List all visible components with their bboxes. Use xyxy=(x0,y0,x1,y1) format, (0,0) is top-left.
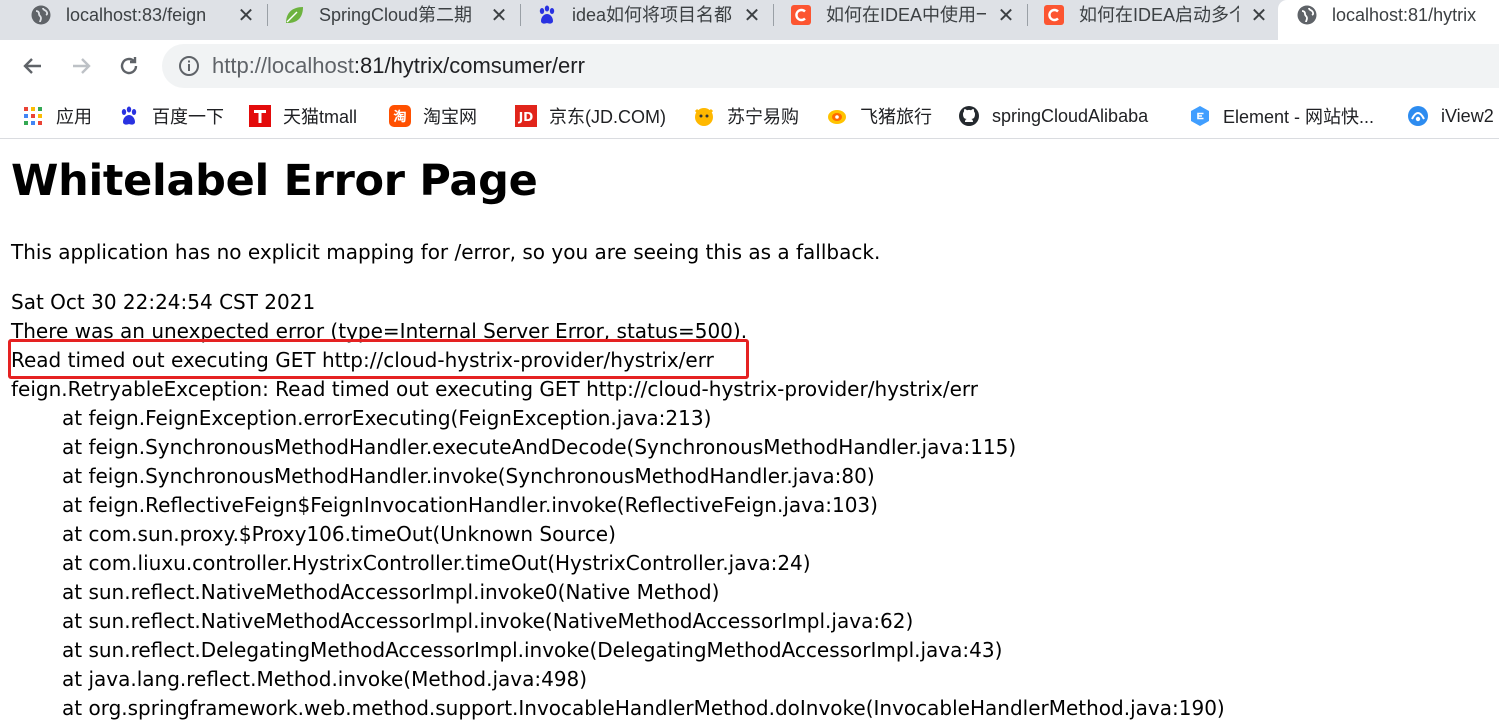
arrow-left-icon xyxy=(23,58,41,74)
taobao-icon: 淘 xyxy=(389,105,411,127)
bookmark-tmall[interactable]: 天猫tmall xyxy=(249,102,357,130)
bookmark-jd[interactable]: JD 京东(JD.COM) xyxy=(515,102,666,130)
bookmark-baidu[interactable]: 百度一下 xyxy=(118,102,224,130)
spring-leaf-icon xyxy=(283,4,305,26)
bookmark-iview[interactable]: iView2 xyxy=(1407,102,1494,130)
element-icon xyxy=(1189,105,1211,127)
stack-trace-line: at java.lang.reflect.Method.invoke(Metho… xyxy=(62,667,588,691)
bookmark-label: 苏宁易购 xyxy=(727,107,799,127)
stack-trace-line: at feign.SynchronousMethodHandler.execut… xyxy=(62,435,1017,459)
bookmarks-bar: 应用 百度一下 天猫tmall 淘 淘宝网 JD 京东(JD.COM) 苏宁易购 xyxy=(0,96,1499,139)
svg-text:淘: 淘 xyxy=(393,109,406,125)
svg-text:JD: JD xyxy=(518,110,533,124)
bookmark-suning[interactable]: 苏宁易购 xyxy=(693,102,799,130)
globe-icon xyxy=(1296,4,1318,26)
exception-line: feign.RetryableException: Read timed out… xyxy=(11,377,978,401)
iview-icon xyxy=(1407,105,1429,127)
stack-trace-line: at feign.ReflectiveFeign$FeignInvocation… xyxy=(62,493,878,517)
error-timestamp: Sat Oct 30 22:24:54 CST 2021 xyxy=(11,290,316,314)
page-content: Whitelabel Error Page This application h… xyxy=(0,140,1499,720)
tab-title: 如何在IDEA中使用一 xyxy=(826,5,986,25)
page-title: Whitelabel Error Page xyxy=(11,156,538,206)
baidu-paw-icon xyxy=(118,105,140,127)
tab-title: idea如何将项目名都 xyxy=(572,5,732,25)
csdn-c-icon xyxy=(1043,4,1065,26)
tab-5[interactable]: 如何在IDEA启动多个 ✕ xyxy=(1013,0,1281,32)
tab-3[interactable]: idea如何将项目名都 ✕ xyxy=(506,0,774,32)
tab-title: 如何在IDEA启动多个 xyxy=(1079,5,1239,25)
error-highlight-box xyxy=(8,339,749,379)
csdn-c-icon xyxy=(790,4,812,26)
apps-grid-icon xyxy=(22,105,44,127)
bookmark-label: Element - 网站快... xyxy=(1223,107,1375,127)
address-bar[interactable]: http://localhost:81/hytrix/comsumer/err xyxy=(162,44,1499,88)
stack-trace-line: at feign.FeignException.errorExecuting(F… xyxy=(62,406,712,430)
stack-trace-line: at com.sun.proxy.$Proxy106.timeOut(Unkno… xyxy=(62,522,616,546)
baidu-paw-icon xyxy=(536,4,558,26)
reload-button[interactable] xyxy=(115,52,143,80)
bookmark-label: 飞猪旅行 xyxy=(860,107,932,127)
bookmark-fliggy[interactable]: 飞猪旅行 xyxy=(826,102,932,130)
back-button[interactable] xyxy=(19,52,47,80)
tab-6-active[interactable]: localhost:81/hytrix xyxy=(1278,0,1499,40)
tab-title: SpringCloud第二期 xyxy=(319,5,473,25)
tab-title: localhost:83/feign xyxy=(66,5,207,25)
bookmark-label: 淘宝网 xyxy=(423,107,477,127)
stack-trace-line: at feign.SynchronousMethodHandler.invoke… xyxy=(62,464,875,488)
bookmark-apps[interactable]: 应用 xyxy=(22,102,92,130)
bookmark-label: 百度一下 xyxy=(152,107,224,127)
bookmark-label: springCloudAlibaba xyxy=(992,105,1149,126)
bookmark-label: 应用 xyxy=(56,107,92,127)
url-host: http://localhost xyxy=(212,53,354,78)
tab-4[interactable]: 如何在IDEA中使用一 ✕ xyxy=(760,0,1028,32)
bookmark-label: 京东(JD.COM) xyxy=(549,107,666,127)
stack-trace-line: at sun.reflect.DelegatingMethodAccessorI… xyxy=(62,638,1003,662)
url-text: http://localhost:81/hytrix/comsumer/err xyxy=(212,53,585,79)
github-icon xyxy=(958,105,980,127)
reload-icon xyxy=(120,57,138,75)
bookmark-label: 天猫tmall xyxy=(283,107,358,127)
suning-icon xyxy=(693,105,715,127)
tab-1[interactable]: localhost:83/feign ✕ xyxy=(0,0,268,32)
globe-icon xyxy=(30,4,52,26)
bookmark-springcloudalibaba[interactable]: springCloudAlibaba xyxy=(958,102,1148,130)
url-path: :81/hytrix/comsumer/err xyxy=(353,53,585,78)
bookmark-element[interactable]: Element - 网站快... xyxy=(1189,102,1374,130)
info-icon[interactable] xyxy=(178,55,200,77)
stack-trace-line: at sun.reflect.NativeMethodAccessorImpl.… xyxy=(62,580,720,604)
close-icon[interactable]: ✕ xyxy=(1249,3,1269,27)
tmall-icon xyxy=(249,105,271,127)
close-icon[interactable]: ✕ xyxy=(742,3,762,27)
jd-icon: JD xyxy=(515,105,537,127)
forward-button[interactable] xyxy=(67,52,95,80)
fallback-message: This application has no explicit mapping… xyxy=(11,240,881,264)
stack-trace-line: at com.liuxu.controller.HystrixControlle… xyxy=(62,551,811,575)
stack-trace-line: at sun.reflect.NativeMethodAccessorImpl.… xyxy=(62,609,914,633)
bookmark-label: iView2 xyxy=(1441,105,1494,126)
stack-trace-line: at org.springframework.web.method.suppor… xyxy=(62,696,1225,720)
tab-title: localhost:81/hytrix xyxy=(1332,5,1477,25)
tab-2[interactable]: SpringCloud第二期 ✕ xyxy=(253,0,521,32)
tab-strip: localhost:83/feign ✕ SpringCloud第二期 ✕ id… xyxy=(0,0,1499,40)
arrow-right-icon xyxy=(73,58,91,74)
fliggy-icon xyxy=(826,105,848,127)
bookmark-taobao[interactable]: 淘 淘宝网 xyxy=(389,102,477,130)
